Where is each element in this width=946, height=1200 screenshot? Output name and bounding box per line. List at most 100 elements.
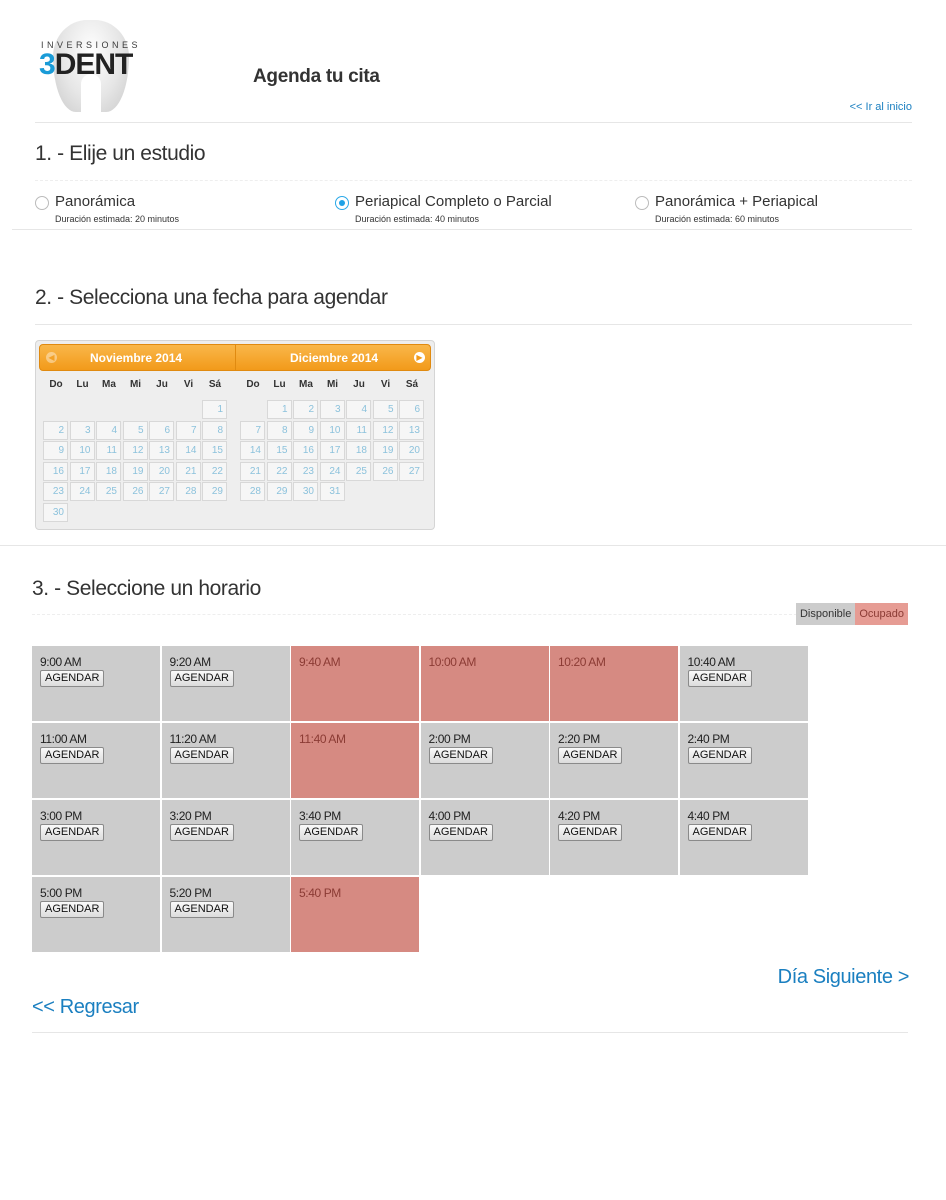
back-link[interactable]: << Regresar <box>32 996 139 1019</box>
time-slot-busy: 11:40 AM <box>291 723 419 798</box>
time-slot-available: 4:40 PM AGENDAR <box>679 800 808 875</box>
calendar-day: 31 <box>319 482 345 501</box>
agendar-button[interactable]: AGENDAR <box>40 901 105 918</box>
slot-time: 4:40 PM <box>687 809 730 823</box>
calendar-day: 5 <box>122 420 148 440</box>
calendar-day: 17 <box>319 441 345 460</box>
weekday-label: Sá <box>405 379 419 390</box>
time-slot-available: 11:20 AM AGENDAR <box>161 723 290 798</box>
calendar-day: 20 <box>149 461 174 481</box>
page-title: Agenda tu cita <box>253 66 380 87</box>
chevron-right-icon[interactable]: ▶ <box>414 352 425 363</box>
agendar-button[interactable]: AGENDAR <box>687 670 752 687</box>
calendar-day: 28 <box>240 482 265 501</box>
study-name: Panorámica + Periapical <box>655 193 819 210</box>
calendar-day: 27 <box>399 461 424 481</box>
slot-time: 5:40 PM <box>299 886 341 900</box>
agendar-button[interactable]: AGENDAR <box>169 824 234 841</box>
calendar-day: 28 <box>175 482 201 501</box>
slot-time: 10:00 AM <box>428 655 477 669</box>
calendar-day: 2 <box>293 400 318 419</box>
time-slot-available: 3:20 PM AGENDAR <box>161 800 290 875</box>
calendar-day: 25 <box>346 461 371 481</box>
divider <box>35 324 912 325</box>
calendar-day: 11 <box>346 420 371 440</box>
agendar-button[interactable]: AGENDAR <box>169 670 234 687</box>
chevron-left-icon[interactable]: ◀ <box>46 352 57 363</box>
agendar-button[interactable]: AGENDAR <box>169 747 234 764</box>
slot-time: 3:20 PM <box>169 809 212 823</box>
calendar-day: 25 <box>96 482 121 501</box>
slot-time: 5:00 PM <box>40 886 82 900</box>
calendar-day: 13 <box>399 420 424 440</box>
calendar-day: 17 <box>69 461 95 481</box>
study-name: Panorámica <box>55 193 136 210</box>
agendar-button[interactable]: AGENDAR <box>40 747 105 764</box>
divider <box>35 122 912 123</box>
radio-button[interactable] <box>635 196 649 210</box>
calendar-day: 26 <box>122 482 148 501</box>
weekday-label: Ju <box>353 379 365 390</box>
calendar-day: 11 <box>96 441 121 460</box>
calendar-day: 20 <box>399 441 424 460</box>
calendar-day: 15 <box>202 441 227 460</box>
calendar-day: 9 <box>43 441 68 460</box>
weekday-label: Mi <box>129 379 142 390</box>
weekday-label: Mi <box>326 379 339 390</box>
slot-time: 2:20 PM <box>558 732 600 746</box>
calendar-day: 29 <box>202 482 227 501</box>
agendar-button[interactable]: AGENDAR <box>40 824 105 841</box>
calendar-day: 23 <box>43 482 68 501</box>
calendar-day: 22 <box>266 461 292 481</box>
time-slot-available: 4:00 PM AGENDAR <box>420 800 549 875</box>
agendar-button[interactable]: AGENDAR <box>687 747 752 764</box>
calendar-day: 14 <box>175 441 201 460</box>
calendar-day: 24 <box>319 461 345 481</box>
slot-time: 10:40 AM <box>687 655 736 669</box>
calendar-day: 8 <box>266 420 292 440</box>
radio-button[interactable] <box>35 196 49 210</box>
slot-time: 4:00 PM <box>428 809 471 823</box>
calendar-day: 19 <box>122 461 148 481</box>
calendar-day: 12 <box>372 420 398 440</box>
time-slot-available: 3:40 PM AGENDAR <box>291 800 419 875</box>
agendar-button[interactable]: AGENDAR <box>428 747 493 764</box>
datepicker-header: ◀ Noviembre 2014 Diciembre 2014 ▶ <box>39 344 431 371</box>
calendar-day: 1 <box>202 400 227 419</box>
calendar-day: 21 <box>175 461 201 481</box>
agendar-button[interactable]: AGENDAR <box>558 747 623 764</box>
calendar-day: 16 <box>293 441 318 460</box>
weekday-label: Lu <box>76 379 89 390</box>
agendar-button[interactable]: AGENDAR <box>299 824 364 841</box>
time-slot-busy: 5:40 PM <box>291 877 419 952</box>
header-divider <box>235 345 236 370</box>
weekday-label: Ma <box>102 379 116 390</box>
agendar-button[interactable]: AGENDAR <box>558 824 623 841</box>
calendar-day: 6 <box>149 420 174 440</box>
weekday-label: Do <box>49 379 63 390</box>
step1-title: 1. - Elije un estudio <box>35 142 206 165</box>
calendar-day: 30 <box>293 482 318 501</box>
calendar-day: 3 <box>69 420 95 440</box>
calendar-day: 10 <box>69 441 95 460</box>
logo: INVERSIONES 3DENT <box>35 18 140 114</box>
agendar-button[interactable]: AGENDAR <box>169 901 234 918</box>
agendar-button[interactable]: AGENDAR <box>40 670 105 687</box>
divider <box>12 229 912 230</box>
logo-wordmark: 3DENT <box>39 48 133 81</box>
study-name: Periapical Completo o Parcial <box>355 193 552 210</box>
home-link[interactable]: << Ir al inicio <box>850 101 912 113</box>
legend: Disponible Ocupado <box>795 603 908 625</box>
calendar-day: 2 <box>43 420 68 440</box>
radio-button-checked[interactable] <box>335 196 349 210</box>
next-day-link[interactable]: Día Siguiente > <box>778 966 910 989</box>
calendar-day: 4 <box>96 420 121 440</box>
calendar-day: 21 <box>240 461 265 481</box>
weekday-header-row: Do Lu Ma Mi Ju Vi Sá <box>43 375 231 395</box>
calendar-day: 6 <box>399 400 424 419</box>
calendar-day: 15 <box>266 441 292 460</box>
calendar-day: 26 <box>372 461 398 481</box>
agendar-button[interactable]: AGENDAR <box>687 824 752 841</box>
agendar-button[interactable]: AGENDAR <box>428 824 493 841</box>
slot-time: 5:20 PM <box>169 886 212 900</box>
